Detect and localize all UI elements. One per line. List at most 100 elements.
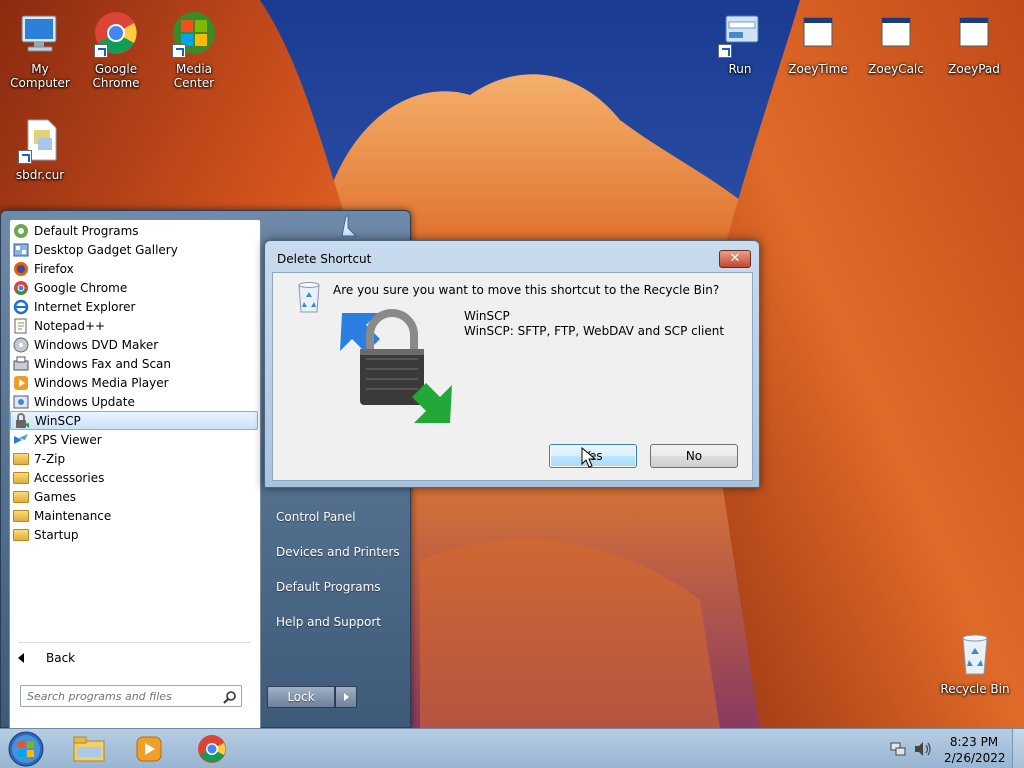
desktop-icon-recycle-bin[interactable]: Recycle Bin [935, 630, 1015, 696]
dialog-content: Are you sure you want to move this short… [272, 272, 753, 481]
program-label: Windows Fax and Scan [34, 356, 172, 371]
winscp-icon [14, 412, 30, 429]
clock-date[interactable]: 2/26/2022 [944, 751, 1006, 765]
desktop-icon-run[interactable]: Run [700, 10, 780, 76]
search-input[interactable] [20, 685, 242, 707]
desktop-icon-label: Google Chrome [92, 62, 140, 90]
program-item-winscp[interactable]: WinSCP [10, 411, 258, 430]
desktop-icon-google-chrome[interactable]: Google Chrome [76, 10, 156, 90]
program-item-xps-viewer[interactable]: XPS Viewer [10, 430, 258, 449]
program-item-firefox[interactable]: Firefox [10, 259, 258, 278]
program-label: XPS Viewer [34, 432, 102, 447]
start-link-devices-and-printers[interactable]: Devices and Printers [276, 545, 400, 559]
back-button[interactable]: Back [18, 648, 75, 668]
program-label: Windows Media Player [34, 375, 169, 390]
media-player-icon [135, 735, 163, 766]
program-item-desktop-gadget-gallery[interactable]: Desktop Gadget Gallery [10, 240, 258, 259]
shortcut-name: WinSCP [464, 309, 510, 323]
program-item-windows-media-player[interactable]: Windows Media Player [10, 373, 258, 392]
network-icon[interactable] [890, 741, 906, 757]
desktop-icon-label: My Computer [10, 62, 70, 90]
program-label: WinSCP [35, 413, 81, 428]
program-folder-startup[interactable]: Startup [10, 525, 258, 544]
desktop-icon-zoeypad[interactable]: ZoeyPad [934, 10, 1014, 76]
folder-icon [13, 489, 29, 505]
start-menu-separator [18, 642, 250, 643]
program-label: Google Chrome [34, 280, 128, 295]
program-item-windows-update[interactable]: Windows Update [10, 392, 258, 411]
recycle-bin-icon [295, 281, 323, 313]
program-folder-maintenance[interactable]: Maintenance [10, 506, 258, 525]
shortcut-arrow-icon [18, 150, 32, 164]
shortcut-description: WinSCP: SFTP, FTP, WebDAV and SCP client [464, 324, 725, 338]
mouse-cursor-icon [581, 446, 597, 469]
firefox-icon [13, 261, 29, 277]
xps-icon [13, 432, 29, 448]
program-folder-games[interactable]: Games [10, 487, 258, 506]
desktop-icon-sbdr-cur[interactable]: sbdr.cur [0, 116, 80, 182]
run-icon [716, 10, 764, 58]
back-label: Back [46, 651, 76, 665]
start-link-control-panel[interactable]: Control Panel [276, 510, 356, 524]
default-programs-icon [13, 223, 29, 239]
desktop-icon-zoeycalc[interactable]: ZoeyCalc [856, 10, 936, 76]
program-label: Notepad++ [34, 318, 106, 333]
search-icon[interactable] [223, 690, 237, 704]
fax-icon [13, 356, 29, 372]
back-arrow-icon [18, 653, 24, 663]
taskbar-explorer-button[interactable] [60, 731, 118, 767]
program-item-internet-explorer[interactable]: Internet Explorer [10, 297, 258, 316]
update-icon [13, 394, 29, 410]
folder-icon [13, 451, 29, 467]
desktop-icon-zoeytime[interactable]: ZoeyTime [778, 10, 858, 76]
shortcut-arrow-icon [718, 44, 732, 58]
app-window-icon [950, 10, 998, 58]
program-item-notepad-plus-plus[interactable]: Notepad++ [10, 316, 258, 335]
no-button[interactable]: No [650, 444, 738, 468]
program-item-google-chrome[interactable]: Google Chrome [10, 278, 258, 297]
dialog-question: Are you sure you want to move this short… [333, 283, 720, 297]
dialog-title: Delete Shortcut [277, 252, 372, 266]
volume-icon[interactable] [914, 741, 932, 757]
user-picture-icon [340, 214, 358, 240]
taskbar-chrome-button[interactable] [184, 731, 242, 767]
explorer-icon [73, 735, 105, 766]
program-label: Desktop Gadget Gallery [34, 242, 178, 257]
show-desktop-button[interactable] [1012, 729, 1024, 768]
app-window-icon [794, 10, 842, 58]
folder-icon [13, 508, 29, 524]
program-label: Maintenance [34, 508, 112, 523]
desktop-icon-media-center[interactable]: Media Center [154, 10, 234, 90]
desktop-icon-label: Media Center [173, 62, 215, 90]
all-programs-list: Default Programs Desktop Gadget Gallery … [8, 220, 260, 560]
start-button[interactable] [6, 730, 46, 768]
start-link-default-programs[interactable]: Default Programs [276, 580, 381, 594]
program-label: Startup [34, 527, 79, 542]
taskbar: 8:23 PM 2/26/2022 [0, 728, 1024, 768]
computer-icon [16, 10, 64, 58]
lock-button[interactable]: Lock [267, 686, 335, 708]
shortcut-arrow-icon [172, 44, 186, 58]
program-item-windows-fax-and-scan[interactable]: Windows Fax and Scan [10, 354, 258, 373]
desktop-icon-label: sbdr.cur [15, 168, 65, 182]
start-link-help-and-support[interactable]: Help and Support [276, 615, 381, 629]
program-folder-accessories[interactable]: Accessories [10, 468, 258, 487]
program-label: Internet Explorer [34, 299, 136, 314]
chrome-icon [197, 734, 227, 767]
program-folder-7-zip[interactable]: 7-Zip [10, 449, 258, 468]
desktop-icon-label: ZoeyPad [948, 62, 1000, 76]
program-item-windows-dvd-maker[interactable]: Windows DVD Maker [10, 335, 258, 354]
desktop-icon-label: Recycle Bin [940, 682, 1010, 696]
recycle-bin-icon [951, 630, 999, 678]
clock-time[interactable]: 8:23 PM [948, 735, 1000, 749]
desktop-icon-label: Run [728, 62, 752, 76]
chrome-icon [13, 280, 29, 296]
taskbar-media-player-button[interactable] [120, 731, 178, 767]
program-label: Default Programs [34, 223, 139, 238]
program-label: Games [34, 489, 76, 504]
program-item-default-programs[interactable]: Default Programs [10, 221, 258, 240]
desktop-icon-my-computer[interactable]: My Computer [0, 10, 80, 90]
folder-icon [13, 470, 29, 486]
dialog-close-button[interactable]: ✕ [719, 250, 751, 268]
shutdown-options-arrow-button[interactable] [335, 686, 357, 708]
